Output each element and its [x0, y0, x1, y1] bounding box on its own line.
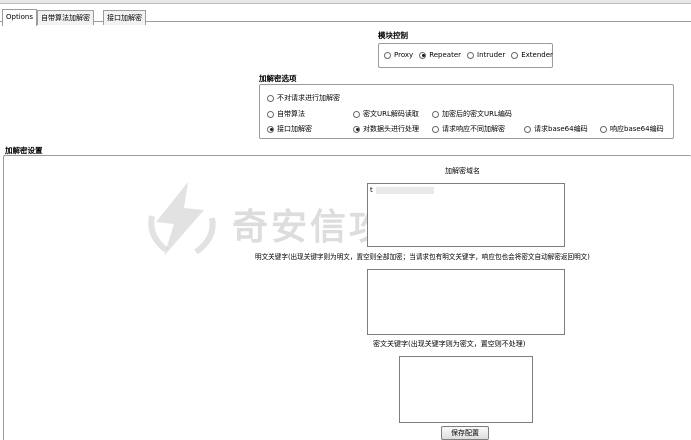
domain-value: t [370, 186, 373, 194]
radio-label: 请求响应不同加解密 [442, 125, 505, 133]
plain-keyword-textarea[interactable] [367, 269, 565, 335]
radio-label: 自带算法 [277, 110, 305, 118]
radio-dot [511, 51, 519, 59]
radio-dot [467, 51, 475, 59]
radio-dot [600, 125, 607, 133]
radio-builtin-algorithm[interactable]: 自带算法 [267, 109, 305, 119]
checkbox-cipher-url-decode[interactable]: 密文URL解码读取 [353, 109, 419, 119]
domain-label: 加解密域名 [445, 167, 480, 175]
radio-label: Extender [521, 51, 553, 59]
radio-intruder[interactable]: Intruder [467, 51, 505, 59]
radio-label: 加密后的密文URL编码 [442, 110, 512, 118]
radio-label: 密文URL解码读取 [363, 110, 419, 118]
radio-dot-selected [353, 125, 360, 133]
checkbox-process-headers[interactable]: 对数据头进行处理 [353, 124, 419, 134]
radio-interface-encdec[interactable]: 接口加解密 [267, 124, 312, 134]
domain-textarea[interactable]: t [367, 183, 565, 247]
radio-no-encdec[interactable]: 不对请求进行加解密 [267, 93, 340, 103]
module-control-options: Proxy Repeater Intruder Extender [384, 51, 553, 59]
radio-dot [353, 110, 360, 118]
radio-proxy[interactable]: Proxy [384, 51, 413, 59]
tab-builtin-crypto[interactable]: 自带算法加解密 [37, 10, 94, 25]
checkbox-different-req-resp[interactable]: 请求响应不同加解密 [432, 124, 505, 134]
watermark-logo-icon [148, 182, 216, 256]
cipher-keyword-textarea[interactable] [399, 356, 533, 423]
encdec-options-title: 加解密选项 [259, 74, 297, 83]
radio-dot-selected [419, 51, 427, 59]
radio-label: 不对请求进行加解密 [277, 94, 340, 102]
module-control-box: Proxy Repeater Intruder Extender [378, 43, 553, 68]
radio-dot [267, 94, 274, 102]
radio-dot [432, 125, 439, 133]
radio-extender[interactable]: Extender [511, 51, 553, 59]
radio-dot [524, 125, 531, 133]
radio-label: 接口加解密 [277, 125, 312, 133]
radio-label: Repeater [429, 51, 462, 59]
radio-label: 响应base64编码 [610, 125, 664, 133]
radio-dot [432, 110, 439, 118]
checkbox-encrypted-url-encode[interactable]: 加密后的密文URL编码 [432, 109, 512, 119]
module-control-title: 模块控制 [378, 31, 408, 40]
tab-bar: Options 自带算法加解密 接口加解密 [0, 4, 691, 26]
checkbox-request-base64[interactable]: 请求base64编码 [524, 124, 588, 134]
radio-label: 请求base64编码 [534, 125, 588, 133]
save-config-button[interactable]: 保存配置 [441, 426, 489, 440]
radio-dot [267, 110, 274, 118]
radio-label: Intruder [477, 51, 506, 59]
encdec-options-box: 不对请求进行加解密 自带算法 密文URL解码读取 加密后的密文URL编码 接口加… [259, 84, 674, 139]
plain-keyword-label: 明文关键字(出现关键字则为明文，置空则全部加密；当请求包有明文关键字，响应包也会… [255, 253, 590, 261]
tab-options[interactable]: Options [2, 9, 38, 26]
radio-repeater[interactable]: Repeater [419, 51, 461, 59]
radio-dot-selected [267, 125, 274, 133]
redacted-domain-block [376, 187, 434, 194]
radio-label: Proxy [394, 51, 414, 59]
radio-dot [384, 51, 391, 59]
checkbox-response-base64[interactable]: 响应base64编码 [600, 124, 664, 134]
tab-interface-crypto[interactable]: 接口加解密 [103, 10, 146, 25]
cipher-keyword-label: 密文关键字(出现关键字则为密文，置空则不处理) [373, 340, 526, 348]
radio-label: 对数据头进行处理 [363, 125, 419, 133]
